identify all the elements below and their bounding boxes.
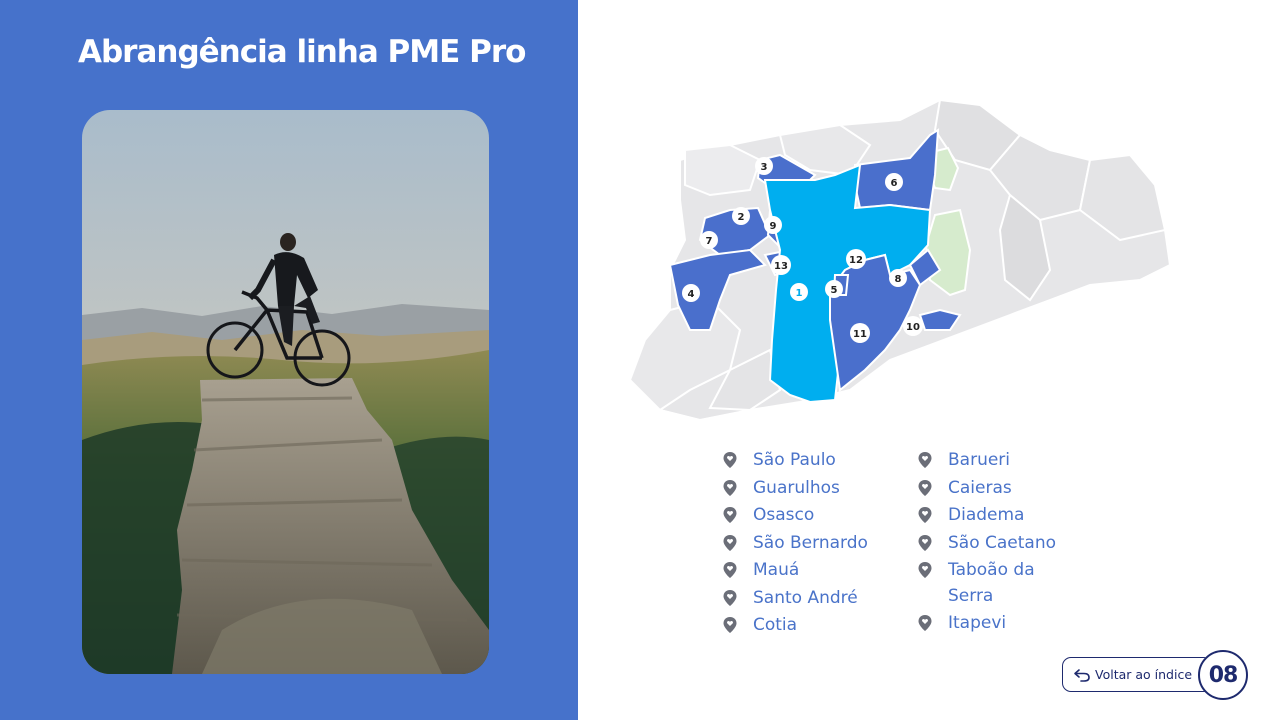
- map-marker-1: 1: [796, 288, 803, 299]
- location-pin-icon: [723, 589, 737, 606]
- legend-label: Santo André: [753, 587, 858, 608]
- legend-item: Diadema: [917, 503, 1058, 529]
- legend-label: Taboão da Serra: [948, 560, 1035, 606]
- legend-item: São Bernardo: [722, 531, 868, 557]
- map-marker-3: 3: [761, 162, 768, 173]
- legend-label: Caieras: [948, 477, 1012, 498]
- location-pin-icon: [723, 534, 737, 551]
- legend-label: São Caetano: [948, 532, 1057, 553]
- location-pin-icon: [918, 452, 932, 468]
- location-pin-icon: [918, 615, 932, 631]
- legend-label: Mauá: [753, 560, 800, 580]
- map-marker-2: 2: [738, 212, 745, 223]
- map-marker-13: 13: [774, 261, 788, 272]
- legend-item: Santo André: [722, 586, 868, 612]
- legend-label: Barueri: [948, 450, 1011, 470]
- left-panel: Abrangência linha PME Pro: [0, 0, 578, 720]
- map-marker-11: 11: [853, 329, 867, 340]
- location-pin-icon: [918, 534, 932, 551]
- map-marker-5: 5: [831, 285, 838, 296]
- map-marker-4: 4: [688, 289, 695, 300]
- legend-item: Guarulhos: [722, 476, 868, 502]
- legend-column-1: São Paulo Guarulhos Osasco São Bernardo …: [722, 448, 868, 641]
- legend-label: Diadema: [948, 505, 1025, 525]
- map-marker-8: 8: [895, 274, 902, 285]
- legend-label: São Bernardo: [753, 532, 868, 553]
- page-number-badge: 08: [1198, 650, 1248, 700]
- map-marker-7: 7: [706, 236, 713, 247]
- page-title: Abrangência linha PME Pro: [78, 34, 526, 70]
- page-number: 08: [1208, 662, 1239, 688]
- coverage-map: 1 2 3 4 5 6 7 8 9 10 11 12 13: [610, 90, 1200, 430]
- back-to-index-button[interactable]: Voltar ao índice: [1062, 657, 1212, 692]
- location-pin-icon: [918, 562, 932, 578]
- legend-item: Caieras: [917, 476, 1058, 502]
- map-marker-10: 10: [906, 322, 920, 333]
- location-pin-icon: [918, 479, 932, 496]
- legend-label: Osasco: [753, 505, 815, 525]
- legend-item: Osasco: [722, 503, 868, 529]
- legend-label: Itapevi: [948, 613, 1007, 633]
- legend-label: Guarulhos: [753, 477, 840, 498]
- legend-item: São Caetano: [917, 531, 1058, 557]
- legend-item: Taboão da Serra: [917, 558, 1058, 609]
- map-marker-9: 9: [770, 221, 777, 232]
- legend-column-2: Barueri Caieras Diadema São Caetano Tabo…: [917, 448, 1058, 639]
- legend-label: São Paulo: [753, 450, 836, 470]
- location-pin-icon: [723, 479, 737, 496]
- legend-item: Cotia: [722, 613, 868, 639]
- legend-item: Itapevi: [917, 611, 1058, 637]
- cyclist-photo: [82, 110, 489, 674]
- legend-label: Cotia: [753, 615, 798, 635]
- location-pin-icon: [918, 507, 932, 523]
- map-marker-12: 12: [849, 255, 863, 266]
- legend-item: Barueri: [917, 448, 1058, 474]
- location-pin-icon: [723, 617, 737, 633]
- return-arrow-icon: [1074, 668, 1090, 682]
- back-to-index-label: Voltar ao índice: [1095, 667, 1193, 682]
- legend-item: Mauá: [722, 558, 868, 584]
- location-pin-icon: [723, 507, 737, 523]
- map-marker-6: 6: [891, 178, 898, 189]
- legend-item: São Paulo: [722, 448, 868, 474]
- location-pin-icon: [723, 452, 737, 468]
- location-pin-icon: [723, 562, 737, 578]
